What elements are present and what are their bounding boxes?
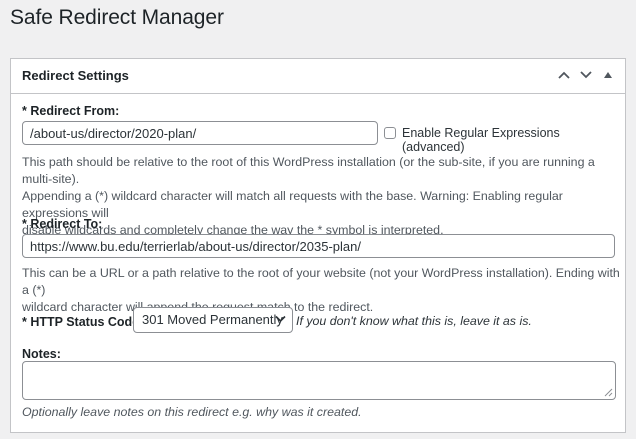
status-code-selected: 301 Moved Permanently — [142, 312, 283, 327]
redirect-settings-box: Redirect Settings * Redirect From: Enabl… — [10, 58, 626, 433]
regex-checkbox[interactable] — [384, 127, 396, 139]
description-line: This path should be relative to the root… — [22, 155, 595, 186]
page-title: Safe Redirect Manager — [10, 6, 224, 29]
redirect-from-input[interactable] — [22, 121, 378, 145]
redirect-from-description: This path should be relative to the root… — [22, 154, 625, 239]
description-line: This can be a URL or a path relative to … — [22, 266, 620, 297]
redirect-to-description: This can be a URL or a path relative to … — [22, 265, 625, 316]
triangle-up-icon — [604, 72, 612, 78]
box-title: Redirect Settings — [22, 68, 129, 83]
toggle-panel-button[interactable] — [597, 64, 619, 86]
notes-description: Optionally leave notes on this redirect … — [22, 405, 362, 419]
status-code-select[interactable]: 301 Moved Permanently — [133, 307, 293, 333]
redirect-to-label: * Redirect To: — [22, 217, 103, 231]
notes-textarea[interactable] — [22, 361, 616, 400]
move-down-button[interactable] — [575, 64, 597, 86]
chevron-down-icon — [275, 315, 286, 323]
notes-label: Notes: — [22, 347, 61, 361]
regex-checkbox-label: Enable Regular Expressions (advanced) — [402, 126, 560, 154]
redirect-from-label: * Redirect From: — [22, 104, 120, 118]
resize-handle-icon[interactable] — [604, 388, 613, 397]
chevron-down-icon — [580, 71, 592, 79]
chevron-up-icon — [558, 71, 570, 79]
description-line: Appending a (*) wildcard character will … — [22, 189, 563, 220]
box-header: Redirect Settings — [11, 59, 625, 94]
status-code-hint: If you don't know what this is, leave it… — [296, 314, 532, 328]
redirect-to-input[interactable] — [22, 234, 615, 258]
move-up-button[interactable] — [553, 64, 575, 86]
box-handle-actions — [553, 64, 619, 86]
status-code-label: * HTTP Status Code: — [22, 315, 144, 329]
